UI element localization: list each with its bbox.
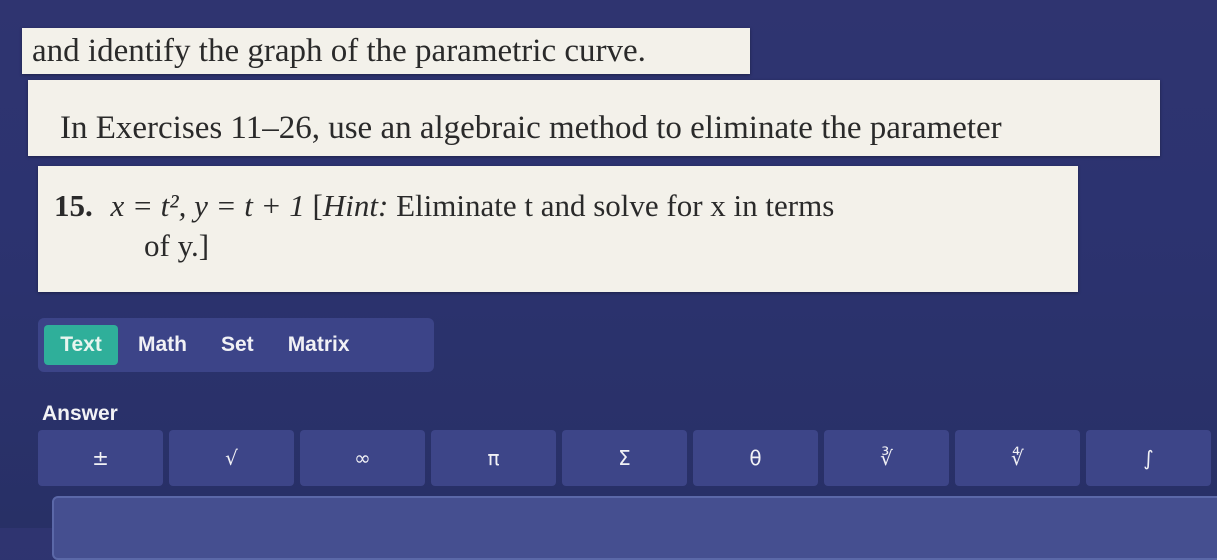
pi-icon: π <box>487 446 500 470</box>
answer-input[interactable] <box>52 496 1217 560</box>
problem-text-crop-instructions: In Exercises 11–26, use an algebraic met… <box>28 80 1160 156</box>
hint-label: Hint: <box>322 188 389 223</box>
pi-button[interactable]: π <box>431 430 556 486</box>
square-root-icon: √ <box>225 446 238 470</box>
square-root-button[interactable]: √ <box>169 430 294 486</box>
plus-minus-button[interactable]: ± <box>38 430 163 486</box>
sigma-icon: Σ <box>618 446 631 470</box>
tab-text[interactable]: Text <box>44 325 118 365</box>
problem-text-crop-top: and identify the graph of the parametric… <box>22 28 750 74</box>
problem-instructions: In Exercises 11–26, use an algebraic met… <box>60 110 1002 146</box>
plus-minus-icon: ± <box>92 446 109 470</box>
infinity-icon: ∞ <box>354 446 371 470</box>
answer-mode-tabs: Text Math Set Matrix <box>38 318 434 372</box>
infinity-button[interactable]: ∞ <box>300 430 425 486</box>
tab-set[interactable]: Set <box>207 325 268 365</box>
sigma-button[interactable]: Σ <box>562 430 687 486</box>
integral-button[interactable]: ∫ <box>1086 430 1211 486</box>
math-symbol-toolbar: ± √ ∞ π Σ θ ∛ ∜ ∫ <box>38 430 1217 486</box>
tab-matrix[interactable]: Matrix <box>274 325 364 365</box>
problem-text-crop-exercise: 15. x = t², y = t + 1 [Hint: Eliminate t… <box>38 166 1078 292</box>
cube-root-button[interactable]: ∛ <box>824 430 949 486</box>
nth-root-button[interactable]: ∜ <box>955 430 1080 486</box>
hint-text: Eliminate t and solve for x in terms <box>396 188 835 223</box>
exercise-equation: x = t², y = t + 1 <box>110 188 305 223</box>
problem-line-top: and identify the graph of the parametric… <box>32 33 646 69</box>
integral-icon: ∫ <box>1143 446 1154 470</box>
theta-button[interactable]: θ <box>693 430 818 486</box>
nth-root-icon: ∜ <box>1011 446 1024 470</box>
tab-math[interactable]: Math <box>124 325 201 365</box>
theta-icon: θ <box>749 446 762 470</box>
cube-root-icon: ∛ <box>880 446 893 470</box>
exercise-number: 15. <box>54 188 93 223</box>
hint-line2: of y.] <box>144 228 210 263</box>
answer-label: Answer <box>42 402 118 425</box>
